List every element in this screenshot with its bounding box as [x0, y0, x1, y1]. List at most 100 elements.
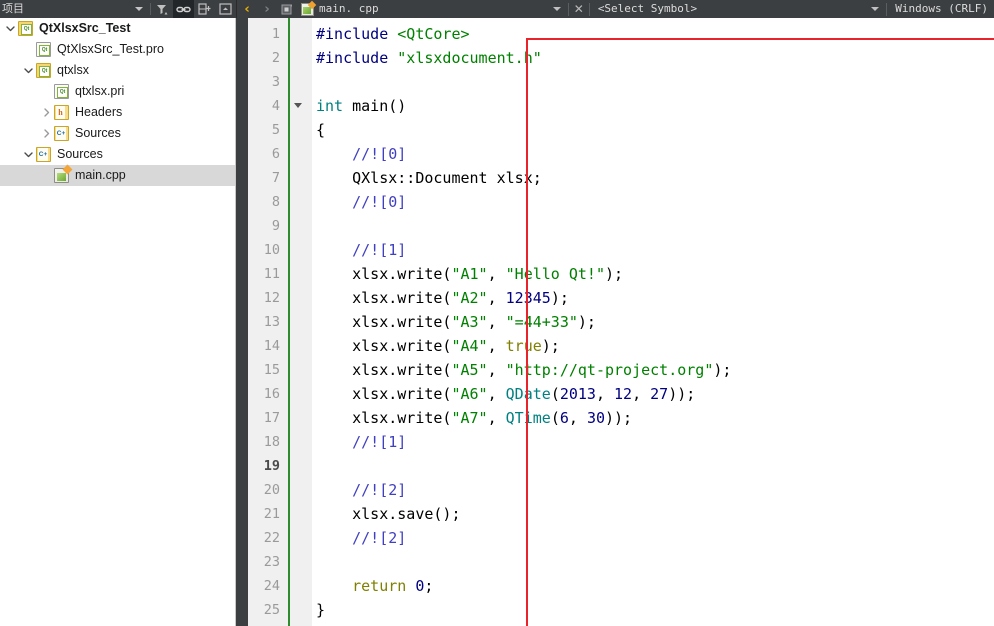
line-number: 6 — [271, 146, 280, 162]
code-line-text: { — [316, 118, 325, 142]
code-line-text: } — [316, 598, 325, 622]
tree-item-label: qtxlsx — [57, 63, 89, 77]
code-token-num: 12 — [614, 385, 633, 403]
qt-project-folder-icon — [36, 63, 51, 78]
tree-item-label: Headers — [75, 105, 123, 119]
code-line[interactable]: 17 xlsx.write("A7", QTime(6, 30)); — [236, 406, 994, 430]
code-token-kw: true — [505, 337, 542, 355]
tree-item-main-cpp[interactable]: main.cpp — [0, 165, 235, 186]
code-token-cmt: //![2] — [316, 481, 407, 499]
code-line[interactable]: 2 #include "xlsxdocument.h" — [236, 46, 994, 70]
code-token-pln: ; — [424, 577, 434, 595]
line-number: 18 — [263, 434, 280, 450]
nav-forward-button[interactable]: › — [257, 0, 277, 18]
line-number: 14 — [263, 338, 280, 354]
code-token-num: 2013 — [559, 385, 596, 403]
chevron-down-icon[interactable] — [2, 18, 18, 39]
file-dropdown-chevron-icon[interactable] — [552, 7, 561, 11]
nav-back-button[interactable]: ‹ — [237, 0, 257, 18]
code-line[interactable]: 6 //![0] — [236, 142, 994, 166]
code-token-pln: , — [487, 265, 506, 283]
code-line[interactable]: 4 int main() — [236, 94, 994, 118]
code-line[interactable]: 5{ — [236, 118, 994, 142]
code-line[interactable]: 9 — [236, 214, 994, 238]
code-token-pln: ); — [713, 361, 732, 379]
tree-item-sources[interactable]: Sources — [0, 144, 235, 165]
line-number: 7 — [271, 170, 280, 186]
panel-title: 项目 — [2, 2, 24, 15]
tree-item-headers[interactable]: Headers — [0, 102, 235, 123]
code-editor[interactable]: 1 #include <QtCore> 2 #include "xlsxdocumen… — [236, 18, 994, 626]
code-line[interactable]: 3 — [236, 70, 994, 94]
code-line[interactable]: 7 QXlsx::Document xlsx; — [236, 166, 994, 190]
code-line[interactable]: 20 //![2] — [236, 478, 994, 502]
filter-icon[interactable] — [152, 0, 173, 18]
code-token-pln: , — [487, 409, 506, 427]
code-token-str: "=44+33" — [505, 313, 578, 331]
code-token-pln: )); — [605, 409, 633, 427]
code-token-pln: xlsx.write( — [316, 409, 452, 427]
code-token-pln: xlsx.write( — [316, 337, 452, 355]
current-file-label[interactable]: main. cpp — [319, 0, 379, 18]
code-line[interactable]: 23 — [236, 550, 994, 574]
symbol-selector-label[interactable]: <Select Symbol> — [590, 0, 697, 18]
code-token-pln: )); — [668, 385, 696, 403]
chevron-down-icon[interactable] — [20, 144, 36, 165]
line-number: 25 — [263, 602, 280, 618]
line-number: 9 — [271, 218, 280, 234]
code-line[interactable]: 24 return 0; — [236, 574, 994, 598]
code-line[interactable]: 8 //![0] — [236, 190, 994, 214]
code-line-text: //![0] — [316, 190, 406, 214]
code-token-cmt: //![0] — [316, 145, 407, 163]
code-line[interactable]: 14 xlsx.write("A4", true); — [236, 334, 994, 358]
line-number: 16 — [263, 386, 280, 402]
code-token-pln: xlsx.write( — [316, 385, 452, 403]
code-token-pln: , — [487, 289, 506, 307]
code-line[interactable]: 19 — [236, 454, 994, 478]
tree-item-qtxlsx[interactable]: qtxlsx — [0, 60, 235, 81]
collapse-icon[interactable] — [215, 0, 236, 18]
tree-item-label: Sources — [75, 126, 121, 140]
code-token-str: "A5" — [451, 361, 488, 379]
tree-item-qtxlsxsrc-test-pro[interactable]: QtXlsxSrc_Test.pro — [0, 39, 235, 60]
tree-item-sources[interactable]: Sources — [0, 123, 235, 144]
code-line-text: #include <QtCore> — [316, 22, 470, 46]
code-line-text: xlsx.write("A4", true); — [316, 334, 560, 358]
line-number: 5 — [271, 122, 280, 138]
code-line[interactable]: 22 //![2] — [236, 526, 994, 550]
line-ending-label[interactable]: Windows (CRLF) — [887, 0, 994, 18]
code-token-pln: ); — [577, 313, 596, 331]
code-line[interactable]: 16 xlsx.write("A6", QDate(2013, 12, 27))… — [236, 382, 994, 406]
tree-item-qtxlsx-pri[interactable]: qtxlsx.pri — [0, 81, 235, 102]
line-number: 15 — [263, 362, 280, 378]
code-line[interactable]: 1 #include <QtCore> — [236, 22, 994, 46]
code-line[interactable]: 10 //![1] — [236, 238, 994, 262]
tree-item-qtxlsxsrc-test[interactable]: QtXlsxSrc_Test — [0, 18, 235, 39]
code-token-type: int — [316, 97, 344, 115]
nav-forward-label: › — [264, 1, 270, 17]
code-line[interactable]: 18 //![1] — [236, 430, 994, 454]
code-line[interactable]: 13 xlsx.write("A3", "=44+33"); — [236, 310, 994, 334]
code-token-pln: xlsx.save(); — [316, 505, 461, 523]
chevron-down-icon[interactable] — [128, 0, 149, 18]
chevron-right-icon[interactable] — [38, 102, 54, 123]
symbol-dropdown-chevron-icon[interactable] — [871, 7, 880, 11]
line-number: 10 — [263, 242, 280, 258]
chevron-right-icon[interactable] — [38, 123, 54, 144]
code-line[interactable]: 21 xlsx.save(); — [236, 502, 994, 526]
project-tree-panel[interactable]: QtXlsxSrc_Test QtXlsxSrc_Test.proqtxlsx qt… — [0, 18, 236, 626]
fold-collapse-icon[interactable] — [294, 103, 302, 108]
open-documents-icon[interactable] — [277, 0, 297, 18]
link-icon[interactable] — [173, 0, 194, 18]
code-line[interactable]: 11 xlsx.write("A1", "Hello Qt!"); — [236, 262, 994, 286]
split-icon[interactable] — [194, 0, 215, 18]
chevron-down-icon[interactable] — [20, 60, 36, 81]
close-icon[interactable]: ✕ — [569, 2, 589, 16]
code-line[interactable]: 15 xlsx.write("A5", "http://qt-project.o… — [236, 358, 994, 382]
qt-file-icon — [54, 84, 69, 99]
line-number: 19 — [263, 458, 280, 474]
code-token-pln: ( — [550, 385, 560, 403]
ide-window: 项目 ‹ › main. cpp ✕ <Select Symbol> Windo… — [0, 0, 994, 626]
code-line[interactable]: 12 xlsx.write("A2", 12345); — [236, 286, 994, 310]
code-line[interactable]: 25} — [236, 598, 994, 622]
